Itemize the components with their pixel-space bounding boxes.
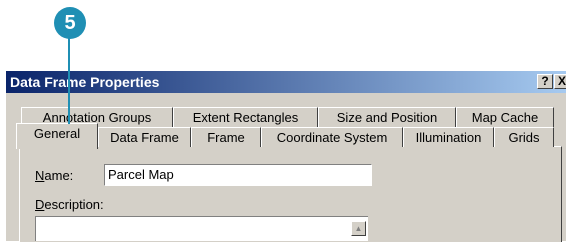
description-label: Description:: [35, 197, 104, 212]
name-label: Name:: [35, 168, 74, 183]
step-callout-badge: 5: [54, 7, 86, 39]
description-textarea[interactable]: [35, 216, 368, 241]
question-mark-icon: ?: [541, 74, 549, 88]
scroll-up-button[interactable]: ▲: [351, 221, 366, 236]
tab-size-and-position[interactable]: Size and Position: [318, 107, 456, 127]
callout-leader-line: [68, 38, 70, 124]
tab-coordinate-system[interactable]: Coordinate System: [261, 127, 403, 147]
name-input[interactable]: Parcel Map: [104, 164, 372, 186]
step-number: 5: [64, 11, 76, 34]
tab-general[interactable]: General: [16, 123, 98, 149]
tab-map-cache[interactable]: Map Cache: [456, 107, 554, 127]
tab-extent-rectangles[interactable]: Extent Rectangles: [173, 107, 318, 127]
tab-illumination[interactable]: Illumination: [403, 127, 494, 147]
dialog-title: Data Frame Properties: [10, 74, 160, 90]
tab-grids[interactable]: Grids: [494, 127, 554, 147]
tab-frame[interactable]: Frame: [191, 127, 261, 147]
help-button[interactable]: ?: [537, 74, 553, 89]
close-icon: X: [557, 74, 566, 88]
dialog-titlebar: Data Frame Properties: [6, 71, 566, 93]
close-button[interactable]: X: [554, 74, 566, 89]
scroll-up-arrow-icon: ▲: [354, 224, 363, 233]
tab-data-frame[interactable]: Data Frame: [98, 127, 191, 147]
